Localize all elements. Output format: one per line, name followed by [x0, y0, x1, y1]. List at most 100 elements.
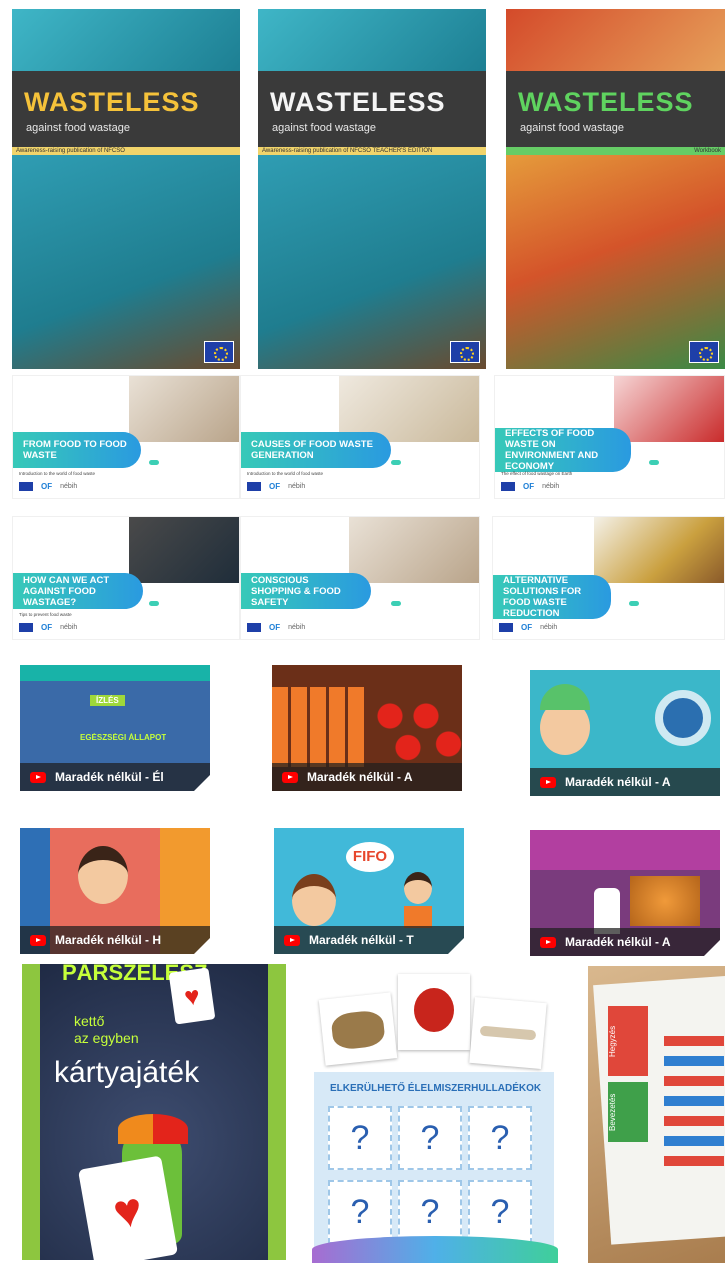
video-thumbnail[interactable]: ÍZLÉS EGÉSZSÉGI ÁLLAPOT Maradék nélkül -… [20, 665, 210, 791]
page-fold-icon [448, 938, 464, 954]
slide-dot [149, 460, 159, 465]
book-cover-student[interactable]: WASTELESS against food wastage Awareness… [12, 9, 240, 369]
cover-title: WASTELESS [518, 87, 694, 117]
memory-card[interactable]: ? [468, 1106, 532, 1170]
video-shelf [20, 665, 210, 681]
page-fold-icon [194, 938, 210, 954]
youtube-play-icon[interactable] [30, 771, 46, 783]
eu-flag-icon [19, 622, 33, 632]
video-title: Maradék nélkül - T [309, 933, 414, 947]
youtube-play-icon[interactable] [30, 934, 46, 946]
card-game-line2: az egyben [74, 1030, 139, 1046]
video-title: Maradék nélkül - A [307, 770, 413, 784]
slide-thumbnail[interactable]: FROM FOOD TO FOOD WASTE Introduction to … [12, 375, 240, 499]
cover-strip: Workbook [506, 147, 725, 155]
video-title: Maradék nélkül - A [565, 775, 671, 789]
video-thumbnail[interactable]: Maradék nélkül - H [20, 828, 210, 954]
video-thumbnail[interactable]: Maradék nélkül - A [530, 670, 720, 796]
slide-intro: Tips to prevent food waste [19, 612, 72, 617]
board-label: Hegyzés [608, 1006, 648, 1076]
ace-card-icon: ♥ [77, 1155, 179, 1260]
cover-photo-breakfast [258, 155, 486, 369]
of-logo: OF [41, 622, 53, 632]
video-title-bar: Maradék nélkül - Él [20, 763, 210, 791]
slide-photo-pan [129, 517, 239, 583]
video-title-bar: Maradék nélkül - H [20, 926, 210, 954]
video-thumbnail[interactable]: Maradék nélkül - A [272, 665, 462, 791]
cover-photo-breakfast [12, 155, 240, 369]
slide-title: FROM FOOD TO FOOD WASTE [13, 432, 141, 468]
photo-card-tomato [398, 974, 470, 1050]
slide-thumbnail[interactable]: EFFECTS OF FOOD WASTE ON ENVIRONMENT AND… [494, 375, 725, 499]
slide-thumbnail[interactable]: CAUSES OF FOOD WASTE GENERATION Introduc… [240, 375, 480, 499]
card-game-box[interactable]: PÁRSZELÉSZ ♥ kettő az egyben kártyajáték… [22, 964, 286, 1260]
slide-photo-compost [594, 517, 724, 583]
youtube-play-icon[interactable] [540, 936, 556, 948]
cover-photo-top [12, 9, 240, 71]
slide-title: CAUSES OF FOOD WASTE GENERATION [241, 432, 391, 468]
slide-intro: Introduction to the world of food waste [247, 471, 324, 476]
slide-dot [391, 460, 401, 465]
nebih-logo: nébih [60, 482, 78, 490]
board-label: Bevezetés [608, 1082, 648, 1142]
nebih-logo: nébih [540, 623, 558, 631]
eu-flag-icon [204, 341, 234, 363]
youtube-play-icon[interactable] [540, 776, 556, 788]
slide-photo-pasta [129, 376, 239, 442]
memory-card[interactable]: ? [328, 1180, 392, 1244]
youtube-play-icon[interactable] [284, 934, 300, 946]
slide-photo-pasta [349, 517, 479, 583]
slide-thumbnail[interactable]: CONSCIOUS SHOPPING & FOOD SAFETY OF nébih [240, 516, 480, 640]
video-tomatoes [372, 695, 462, 765]
video-thought-bubble: FIFO [346, 842, 394, 872]
slide-thumbnail[interactable]: HOW CAN WE ACT AGAINST FOOD WASTAGE? Tip… [12, 516, 240, 640]
video-character [292, 874, 336, 926]
book-cover-teacher[interactable]: WASTELESS against food wastage Awareness… [258, 9, 486, 369]
cover-subtitle: against food wastage [520, 122, 624, 134]
eu-flag-icon [450, 341, 480, 363]
slide-thumbnail[interactable]: ALTERNATIVE SOLUTIONS FOR FOOD WASTE RED… [492, 516, 725, 640]
memory-wave [312, 1236, 558, 1263]
slide-intro: The effect of food wastage on Earth [501, 471, 573, 476]
slide-title: ALTERNATIVE SOLUTIONS FOR FOOD WASTE RED… [493, 575, 611, 619]
board-track [664, 1036, 724, 1176]
slide-logos: OF nébih [499, 621, 557, 633]
video-title-bar: Maradék nélkül - A [272, 763, 462, 791]
cover-subtitle: against food wastage [26, 122, 130, 134]
cover-strip: Awareness-raising publication of NFCSO [12, 147, 240, 155]
video-thumbnail[interactable]: Maradék nélkül - A [530, 830, 720, 956]
board-game-photo[interactable]: Hegyzés Bevezetés [588, 966, 725, 1263]
memory-card[interactable]: ? [328, 1106, 392, 1170]
video-thumbnail[interactable]: FIFO Maradék nélkül - T [274, 828, 464, 954]
slide-dot [391, 601, 401, 606]
video-panel [530, 830, 720, 870]
slide-photo-strawberries [614, 376, 724, 442]
slide-dot [649, 460, 659, 465]
video-carrots [272, 687, 367, 767]
video-overlay-text: ÍZLÉS [90, 695, 125, 706]
video-earth [655, 690, 711, 746]
video-character [78, 846, 128, 904]
cover-title: WASTELESS [24, 87, 200, 117]
book-cover-workbook[interactable]: WASTELESS against food wastage Workbook [506, 9, 725, 369]
cover-photo-pizza [506, 155, 725, 369]
nebih-logo: nébih [288, 623, 306, 631]
memory-card[interactable]: ? [468, 1180, 532, 1244]
slide-logos: OF nébih [19, 480, 77, 492]
memory-game[interactable]: ELKERÜLHETŐ ÉLELMISZERHULLADÉKOK ? ? ? ?… [312, 966, 558, 1263]
heart-card-icon: ♥ [168, 967, 216, 1025]
nebih-logo: nébih [288, 482, 306, 490]
memory-card[interactable]: ? [398, 1106, 462, 1170]
of-logo: OF [521, 622, 533, 632]
slide-title: CONSCIOUS SHOPPING & FOOD SAFETY [241, 573, 371, 609]
slide-logos: OF nébih [501, 480, 559, 492]
slide-logos: OF nébih [19, 621, 77, 633]
youtube-play-icon[interactable] [282, 771, 298, 783]
eu-flag-icon [499, 622, 513, 632]
of-logo: OF [523, 481, 535, 491]
memory-card[interactable]: ? [398, 1180, 462, 1244]
slide-intro: Introduction to the world of food waste [19, 471, 96, 476]
cover-photo-top [506, 9, 725, 71]
eu-flag-icon [501, 481, 515, 491]
eu-flag-icon [19, 481, 33, 491]
